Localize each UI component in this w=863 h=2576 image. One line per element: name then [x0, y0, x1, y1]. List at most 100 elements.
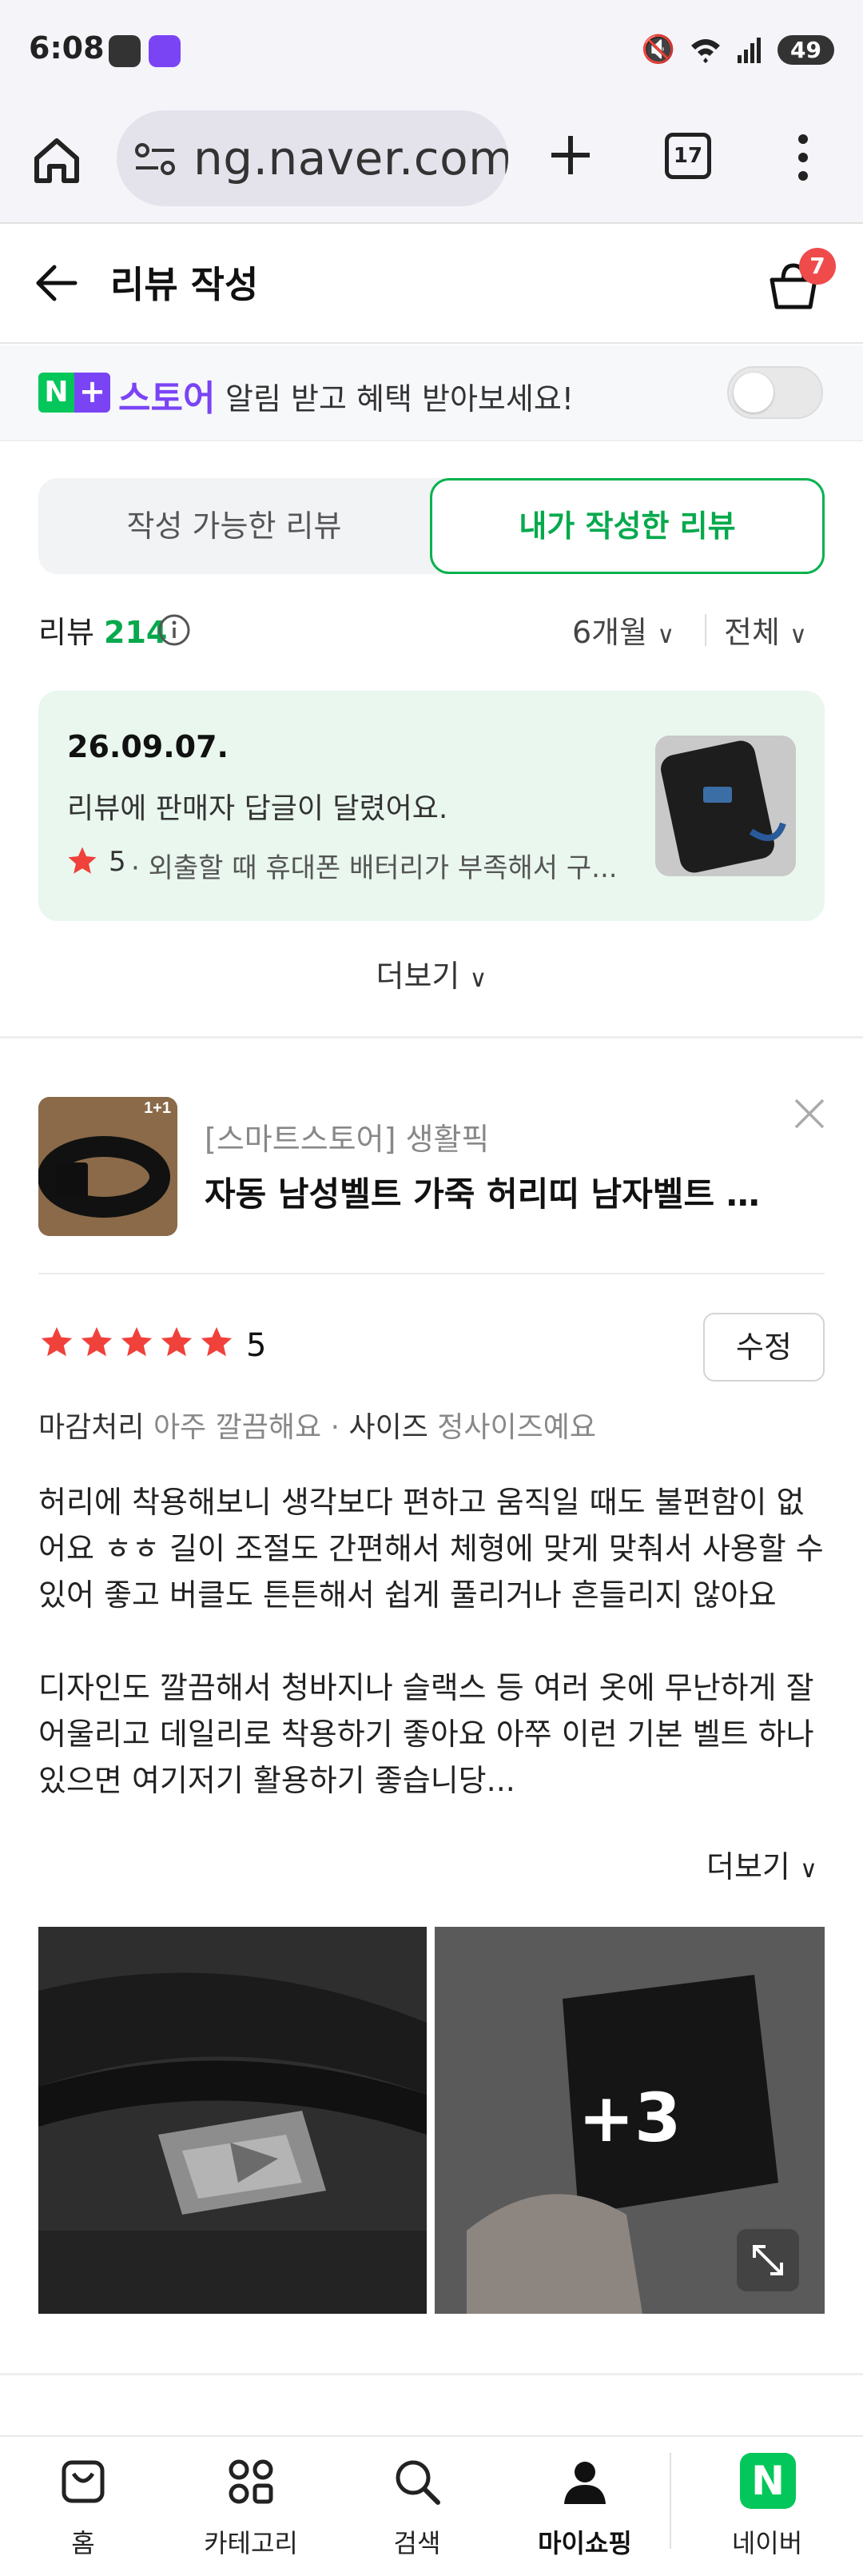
person-icon	[564, 2462, 606, 2504]
chevron-down-icon: ∨	[657, 621, 675, 649]
chevron-down-icon: ∨	[799, 1856, 817, 1884]
review-tabs: 작성 가능한 리뷰 내가 작성한 리뷰	[38, 478, 825, 574]
reply-message: 리뷰에 판매자 답글이 달렸어요.	[67, 792, 448, 825]
review-count: 리뷰 214	[38, 608, 167, 652]
reply-product-thumbnail	[655, 736, 796, 876]
nav-label: 홈	[71, 2528, 95, 2558]
signal-icon	[738, 38, 762, 63]
naver-plus-badge: N +	[38, 373, 110, 413]
status-icons: 🔇 49	[642, 34, 834, 66]
star-icon	[121, 1326, 153, 1357]
url-bar[interactable]: ng.naver.com	[117, 110, 508, 206]
banner-store-label: 스토어	[118, 378, 216, 419]
more-label: 더보기	[706, 1849, 790, 1884]
product-divider	[38, 1273, 825, 1274]
page-title: 리뷰 작성	[110, 263, 259, 306]
nav-label: 카테고리	[204, 2528, 298, 2558]
nav-myshopping[interactable]: 마이쇼핑	[513, 2437, 657, 2576]
more-button[interactable]: 더보기 ∨	[0, 951, 863, 995]
nav-search[interactable]: 검색	[345, 2437, 489, 2576]
notification-banner: N + 스토어 알림 받고 혜택 받아보세요!	[0, 345, 863, 441]
attr-separator: ·	[330, 1411, 340, 1444]
url-text: ng.naver.com	[193, 131, 508, 185]
reply-date: 26.09.07.	[67, 729, 229, 764]
chevron-down-icon: ∨	[789, 621, 807, 649]
attr-label: 마감처리	[38, 1411, 145, 1444]
bottom-navigation: 홈 카테고리 검색 마이쇼핑 N 네이버	[0, 2435, 863, 2576]
status-bar: 6:08 🔇 49	[0, 0, 863, 104]
cart-count-badge: 7	[799, 248, 836, 285]
more-photos-count: +3	[578, 2079, 682, 2157]
nav-label: 검색	[393, 2528, 441, 2558]
wifi-icon	[691, 39, 721, 63]
reply-score: 5	[109, 846, 126, 878]
nav-label: 네이버	[731, 2528, 803, 2558]
status-time: 6:08	[29, 30, 105, 66]
review-count-label: 리뷰	[38, 615, 94, 650]
product-name[interactable]: 자동 남성벨트 가죽 허리띠 남자벨트 ...	[205, 1167, 764, 1216]
attr-label: 사이즈	[348, 1411, 428, 1444]
info-icon[interactable]	[157, 612, 192, 648]
rating-stars	[38, 1324, 235, 1361]
category-icon	[229, 2459, 273, 2504]
site-settings-icon[interactable]	[133, 139, 177, 179]
close-icon[interactable]	[791, 1095, 828, 1132]
review-paragraph: 디자인도 깔끔해서 청바지나 슬랙스 등 여러 옷에 무난하게 잘 어울리고 데…	[38, 1670, 814, 1798]
plus-logo: +	[74, 373, 110, 413]
more-label: 더보기	[376, 959, 460, 994]
period-filter[interactable]: 6개월 ∨	[572, 608, 674, 652]
app-header: 리뷰 작성 7	[0, 224, 863, 344]
product-thumbnail[interactable]: 1+1	[38, 1097, 177, 1236]
tab-writable-reviews[interactable]: 작성 가능한 리뷰	[38, 478, 430, 574]
home-icon[interactable]	[29, 133, 85, 189]
star-icon	[81, 1326, 113, 1357]
nav-naver[interactable]: N 네이버	[695, 2437, 839, 2576]
section-divider	[0, 2373, 863, 2375]
star-icon	[201, 1326, 233, 1357]
notification-app-icon	[149, 35, 181, 67]
nav-home[interactable]: 홈	[11, 2437, 155, 2576]
tab-switcher-button[interactable]: 17	[665, 133, 711, 179]
reply-snippet: · 외출할 때 휴대폰 배터리가 부족해서 구...	[131, 852, 618, 884]
more-menu-icon[interactable]	[791, 130, 815, 185]
section-divider	[0, 1036, 863, 1039]
review-body: 허리에 착용해보니 생각보다 편하고 움직일 때도 불편함이 없어요 ㅎㅎ 길이…	[38, 1479, 829, 1850]
star-icon	[41, 1326, 73, 1357]
attr-value: 아주 깔끔해요	[153, 1411, 322, 1444]
home-bag-icon	[62, 2460, 105, 2503]
notification-toggle[interactable]	[727, 366, 823, 419]
expand-icon[interactable]	[737, 2229, 799, 2291]
back-arrow-icon[interactable]	[32, 259, 80, 307]
product-seller: [스마트스토어] 생활픽	[205, 1122, 490, 1157]
toggle-knob	[734, 373, 774, 413]
search-icon	[396, 2460, 440, 2505]
rating-value: 5	[246, 1327, 267, 1364]
new-tab-icon[interactable]	[545, 130, 596, 181]
mute-icon: 🔇	[641, 34, 676, 66]
review-paragraph: 허리에 착용해보니 생각보다 편하고 움직일 때도 불편함이 없어요 ㅎㅎ 길이…	[38, 1485, 824, 1613]
seller-reply-card[interactable]: 26.09.07. 리뷰에 판매자 답글이 달렸어요. 5 · 외출할 때 휴대…	[38, 691, 825, 921]
gallery-app-icon	[109, 35, 141, 67]
nav-divider	[670, 2453, 671, 2549]
nav-label: 마이쇼핑	[538, 2528, 632, 2558]
naver-logo-icon: N	[740, 2453, 796, 2509]
review-photo[interactable]	[38, 1927, 427, 2314]
battery-indicator: 49	[777, 34, 834, 65]
filter-divider	[705, 614, 706, 646]
scope-filter[interactable]: 전체 ∨	[724, 608, 807, 652]
review-attributes: 마감처리 아주 깔끔해요 · 사이즈 정사이즈예요	[38, 1404, 596, 1446]
nav-category[interactable]: 카테고리	[179, 2437, 323, 2576]
chevron-down-icon: ∨	[469, 965, 487, 993]
review-more-button[interactable]: 더보기 ∨	[706, 1842, 817, 1886]
period-filter-label: 6개월	[572, 615, 648, 650]
edit-button[interactable]: 수정	[703, 1313, 825, 1382]
attr-value: 정사이즈예요	[437, 1411, 597, 1444]
star-icon	[68, 847, 97, 874]
tab-my-reviews[interactable]: 내가 작성한 리뷰	[430, 478, 825, 574]
product-thumb-badge: 1+1	[144, 1099, 171, 1117]
star-icon	[161, 1326, 193, 1357]
browser-toolbar: ng.naver.com 17	[0, 104, 863, 224]
scope-filter-label: 전체	[724, 615, 780, 650]
naver-n-logo: N	[38, 373, 74, 413]
banner-text: 알림 받고 혜택 받아보세요!	[225, 381, 575, 417]
